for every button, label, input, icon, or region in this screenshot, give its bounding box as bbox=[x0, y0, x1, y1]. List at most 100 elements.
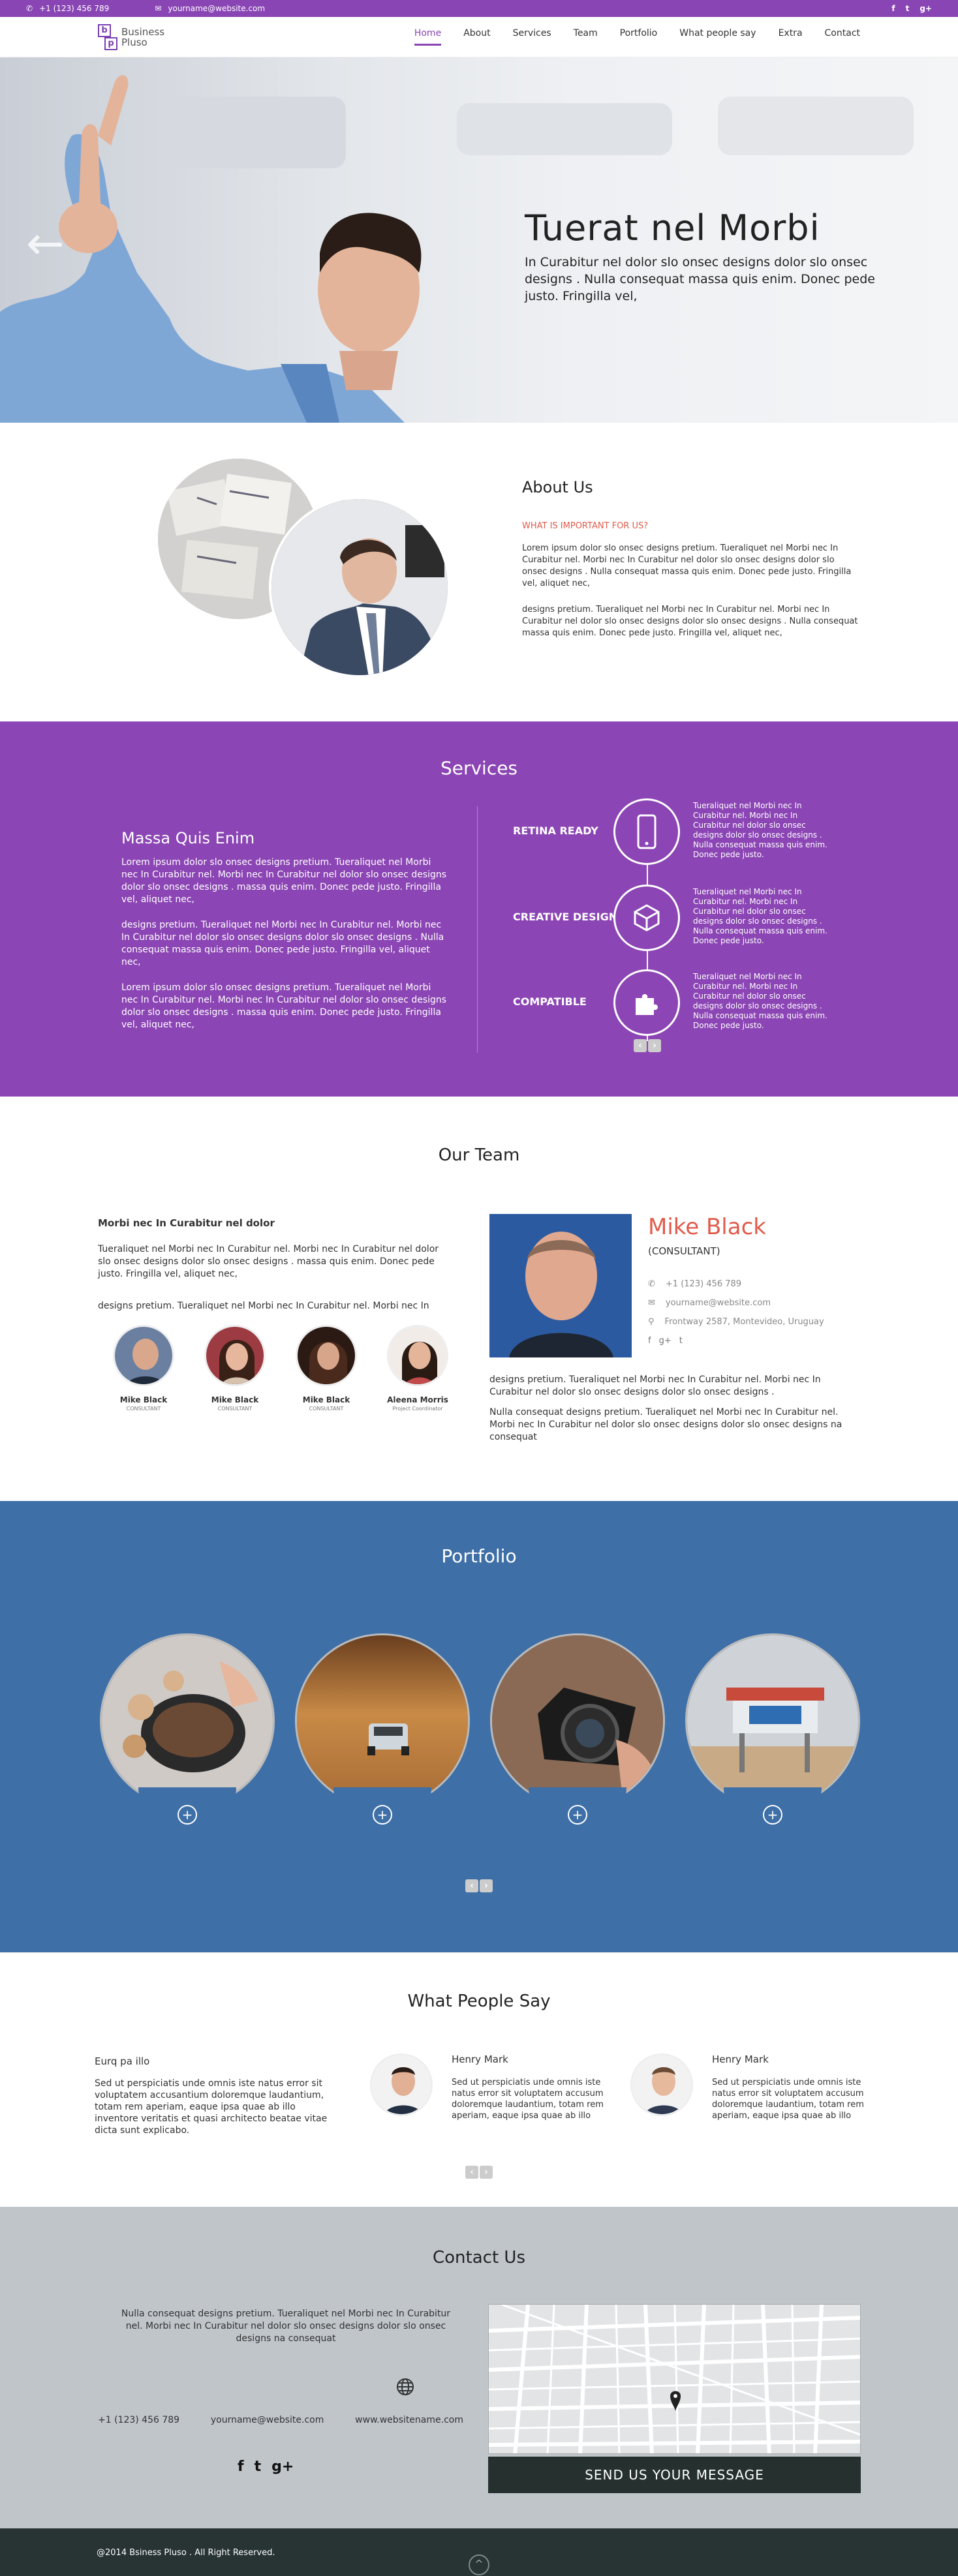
service-creative-design: CREATIVE DESIGN Tueraliquet nel Morbi ne… bbox=[513, 885, 904, 951]
avatar[interactable] bbox=[113, 1325, 174, 1386]
twitter-icon[interactable]: t bbox=[906, 4, 910, 13]
team-member[interactable]: Mike Black CONSULTANT bbox=[98, 1325, 189, 1412]
contact-info: +1 (123) 456 789 yourname@website.com ww… bbox=[98, 2415, 463, 2425]
copyright: @2014 Bsiness Pluso . All Right Reserved… bbox=[97, 2548, 275, 2558]
about-content: About Us WHAT IS IMPORTANT FOR US? Lorem… bbox=[522, 478, 861, 654]
team-member[interactable]: Mike Black CONSULTANT bbox=[189, 1325, 281, 1412]
hero-text: In Curabitur nel dolor slo onsec designs… bbox=[525, 255, 876, 303]
member-name: Mike Black bbox=[302, 1395, 350, 1404]
nav-portfolio[interactable]: Portfolio bbox=[620, 28, 658, 46]
services-prev-button[interactable]: ‹ bbox=[634, 1039, 647, 1052]
avatar[interactable] bbox=[387, 1325, 448, 1386]
plus-icon[interactable]: + bbox=[763, 1805, 782, 1825]
testimonials-prev-button[interactable]: ‹ bbox=[465, 2166, 478, 2179]
topbar-email[interactable]: ✉ yourname@website.com bbox=[155, 4, 265, 13]
team-title: Our Team bbox=[438, 1145, 520, 1165]
topbar-email-text[interactable]: yourname@website.com bbox=[168, 4, 265, 13]
google-plus-icon[interactable]: g+ bbox=[919, 4, 932, 13]
testimonial-featured-title: Eurq pa illo bbox=[95, 2055, 150, 2067]
avatar[interactable] bbox=[296, 1325, 357, 1386]
topbar-social: f t g+ bbox=[891, 0, 932, 17]
topbar-phone-text: +1 (123) 456 789 bbox=[39, 4, 110, 13]
logo-line2: Pluso bbox=[121, 36, 147, 48]
scroll-top-button[interactable]: ^ bbox=[469, 2554, 489, 2575]
service-description: Tueraliquet nel Morbi nec In Curabitur n… bbox=[693, 801, 827, 859]
member-name: Mike Black bbox=[211, 1395, 259, 1404]
testimonials-next-button[interactable]: › bbox=[480, 2166, 493, 2179]
twitter-icon[interactable]: t bbox=[255, 2459, 262, 2475]
facebook-icon[interactable]: f bbox=[238, 2459, 244, 2475]
twitter-icon[interactable]: t bbox=[679, 1336, 683, 1346]
hero-slider: ← Tuerat nel Morbi In Curabitur nel dolo… bbox=[0, 57, 958, 423]
team-section: Our Team Morbi nec In Curabitur nel dolo… bbox=[0, 1097, 958, 1501]
portfolio-section: Portfolio + + + + ‹ › bbox=[0, 1501, 958, 1952]
portfolio-prev-button[interactable]: ‹ bbox=[465, 1879, 478, 1892]
about-subtitle: WHAT IS IMPORTANT FOR US? bbox=[522, 521, 649, 531]
testimonial-featured: Eurq pa illo Sed ut perspiciatis unde om… bbox=[95, 2055, 336, 2136]
portfolio-next-button[interactable]: › bbox=[480, 1879, 493, 1892]
testimonials-title: What People Say bbox=[407, 1992, 551, 2011]
phone-icon bbox=[613, 798, 680, 865]
profile-email-text[interactable]: yourname@website.com bbox=[666, 1298, 771, 1308]
testimonial-text: Sed ut perspiciatis unde omnis iste natu… bbox=[712, 2078, 864, 2121]
profile-address-text: Frontway 2587, Montevideo, Uruguay bbox=[664, 1317, 824, 1327]
profile-name: Mike Black bbox=[648, 1214, 766, 1240]
plus-icon[interactable]: + bbox=[178, 1805, 197, 1825]
nav-about[interactable]: About bbox=[463, 28, 490, 46]
main-nav: Home About Services Team Portfolio What … bbox=[414, 28, 860, 46]
services-next-button[interactable]: › bbox=[648, 1039, 661, 1052]
team-bottom-text: designs pretium. Tueraliquet nel Morbi n… bbox=[489, 1374, 865, 1451]
profile-phone-text: +1 (123) 456 789 bbox=[665, 1279, 742, 1289]
nav-services[interactable]: Services bbox=[513, 28, 551, 46]
about-section: About Us WHAT IS IMPORTANT FOR US? Lorem… bbox=[0, 423, 958, 721]
testimonial-name: Henry Mark bbox=[712, 2053, 769, 2065]
portfolio-item[interactable]: + bbox=[685, 1633, 860, 1833]
about-title: About Us bbox=[522, 478, 593, 496]
services-paragraph-1: Lorem ipsum dolor slo onsec designs pret… bbox=[121, 857, 447, 905]
testimonial-featured-text: Sed ut perspiciatis unde omnis iste natu… bbox=[95, 2078, 328, 2136]
team-member[interactable]: Aleena Morris Project Coordinator bbox=[372, 1325, 463, 1412]
logo-text: Business Pluso bbox=[121, 27, 164, 48]
profile-photo bbox=[489, 1214, 632, 1357]
avatar[interactable] bbox=[204, 1325, 266, 1386]
portfolio-item[interactable]: + bbox=[100, 1633, 275, 1833]
portfolio-title: Portfolio bbox=[441, 1545, 517, 1567]
header: b p Business Pluso Home About Services T… bbox=[0, 17, 958, 57]
profile-email[interactable]: ✉ yourname@website.com bbox=[648, 1298, 863, 1308]
nav-team[interactable]: Team bbox=[574, 28, 598, 46]
portfolio-image-camera bbox=[490, 1633, 665, 1808]
nav-extra[interactable]: Extra bbox=[779, 28, 803, 46]
cube-icon bbox=[613, 885, 680, 951]
slider-prev-arrow[interactable]: ← bbox=[26, 220, 65, 266]
service-description: Tueraliquet nel Morbi nec In Curabitur n… bbox=[693, 887, 827, 945]
mail-icon: ✉ bbox=[155, 4, 162, 13]
send-message-button[interactable]: SEND US YOUR MESSAGE bbox=[488, 2457, 861, 2493]
profile-phone: ✆ +1 (123) 456 789 bbox=[648, 1279, 863, 1289]
portfolio-item[interactable]: + bbox=[295, 1633, 470, 1833]
service-label: CREATIVE DESIGN bbox=[513, 911, 618, 923]
hero-title: Tuerat nel Morbi bbox=[525, 207, 820, 249]
service-retina-ready: RETINA READY Tueraliquet nel Morbi nec I… bbox=[513, 798, 904, 865]
testimonial-text: Sed ut perspiciatis unde omnis iste natu… bbox=[452, 2078, 604, 2121]
nav-what-people-say[interactable]: What people say bbox=[679, 28, 756, 46]
plus-icon[interactable]: + bbox=[373, 1805, 392, 1825]
service-compatible: COMPATIBLE Tueraliquet nel Morbi nec In … bbox=[513, 969, 904, 1036]
contact-email[interactable]: yourname@website.com bbox=[211, 2415, 324, 2425]
facebook-icon[interactable]: f bbox=[891, 4, 895, 13]
portfolio-item[interactable]: + bbox=[490, 1633, 665, 1833]
plus-icon[interactable]: + bbox=[568, 1805, 587, 1825]
google-plus-icon[interactable]: g+ bbox=[271, 2459, 294, 2475]
contact-website[interactable]: www.websitename.com bbox=[355, 2415, 463, 2425]
profile-role: (CONSULTANT) bbox=[648, 1245, 720, 1257]
logo[interactable]: b p Business Pluso bbox=[98, 23, 164, 50]
google-plus-icon[interactable]: g+ bbox=[659, 1336, 672, 1346]
team-member[interactable]: Mike Black CONSULTANT bbox=[281, 1325, 372, 1412]
member-role: Project Coordinator bbox=[392, 1406, 443, 1412]
facebook-icon[interactable]: f bbox=[648, 1336, 651, 1346]
contact-map[interactable] bbox=[488, 2304, 861, 2454]
avatar bbox=[630, 2053, 693, 2116]
nav-contact[interactable]: Contact bbox=[825, 28, 860, 46]
phone-icon: ✆ bbox=[26, 4, 33, 13]
hero-caption: Tuerat nel Morbi In Curabitur nel dolor … bbox=[525, 207, 877, 305]
nav-home[interactable]: Home bbox=[414, 28, 442, 46]
